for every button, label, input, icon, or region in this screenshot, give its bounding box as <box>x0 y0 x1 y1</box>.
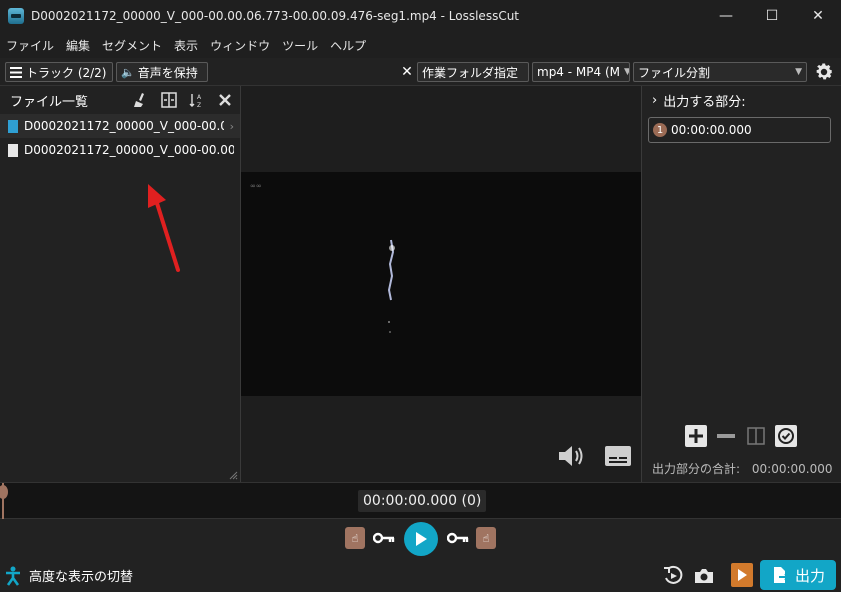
chevron-down-icon: ▼ <box>620 67 629 77</box>
file-list-item[interactable]: D0002021172_00000_V_000-00.00.06.773-00.… <box>0 138 240 162</box>
clear-workdir-icon[interactable]: ✕ <box>399 63 415 81</box>
file-name: D0002021172_00000_V_000-00.00.06.773-00.… <box>24 119 224 133</box>
workdir-button[interactable]: 作業フォルダ指定 <box>417 62 529 82</box>
set-cut-end-button[interactable]: ☝ <box>476 527 496 549</box>
toggle-advanced-view-label[interactable]: 高度な表示の切替 <box>29 566 133 585</box>
file-list-item[interactable]: D0002021172_00000_V_000-00.00.06.773-00.… <box>0 114 240 138</box>
camera-icon[interactable] <box>693 566 715 586</box>
export-label: 出力 <box>794 566 825 585</box>
annotation-arrow <box>148 184 180 272</box>
window-title: D0002021172_00000_V_000-00.00.06.773-00.… <box>31 9 520 23</box>
split-segment-icon[interactable] <box>744 424 768 448</box>
mode-select[interactable]: ファイル分割 ▼ <box>633 62 807 82</box>
menu-tools[interactable]: ツール <box>282 37 318 54</box>
keep-audio-label: 音声を保持 <box>137 65 198 80</box>
export-button[interactable]: 出力 <box>760 560 836 590</box>
segment-number: 1 <box>653 123 667 137</box>
menu-window[interactable]: ウィンドウ <box>210 37 270 54</box>
file-icon <box>8 119 18 133</box>
accessibility-icon[interactable] <box>5 566 21 586</box>
format-select[interactable]: mp4 - MP4 (M ▼ <box>532 62 630 82</box>
tracks-button[interactable]: トラック (2/2) <box>5 62 113 82</box>
video-content: ∞∞ <box>250 182 395 333</box>
segment-tools <box>684 424 798 448</box>
chevron-right-icon: › <box>652 92 658 108</box>
chevron-down-icon: ▼ <box>795 67 802 77</box>
current-time[interactable]: 00:00:00.000 (0) <box>358 490 487 512</box>
keep-audio-button[interactable]: 🔈 音声を保持 <box>116 62 208 82</box>
menu-edit[interactable]: 編集 <box>66 37 90 54</box>
merge-icon[interactable] <box>160 91 178 109</box>
menu-bar: ファイル 編集 セグメント 表示 ウィンドウ ツール ヘルプ <box>0 32 841 58</box>
minimize-button[interactable]: — <box>703 0 749 32</box>
video-player[interactable]: ∞∞ <box>241 86 641 482</box>
segments-panel: › 出力する部分: 1 00:00:00.000 出力部分の合計: 00:00:… <box>641 86 841 482</box>
svg-text:∞∞: ∞∞ <box>250 182 262 190</box>
app-icon <box>8 8 24 24</box>
speaker-icon: 🔈 <box>121 65 135 79</box>
file-icon <box>8 143 18 157</box>
video-frame: ∞∞ <box>241 172 641 396</box>
timeline[interactable]: 00:00:00.000 (0) <box>0 482 841 519</box>
title-bar: D0002021172_00000_V_000-00.00.06.773-00.… <box>0 0 841 32</box>
check-circle-icon[interactable] <box>774 424 798 448</box>
hand-icon: ☝ <box>351 531 359 545</box>
segment-time: 00:00:00.000 <box>671 123 752 137</box>
menu-segment[interactable]: セグメント <box>102 37 162 54</box>
play-icon <box>416 532 427 546</box>
playhead-handle[interactable] <box>0 485 8 499</box>
play-button[interactable] <box>404 522 438 556</box>
prev-keyframe-icon[interactable] <box>372 527 396 549</box>
menu-help[interactable]: ヘルプ <box>330 37 366 54</box>
list-icon <box>10 66 22 78</box>
resize-grip-icon[interactable] <box>228 470 238 480</box>
hand-icon: ☝ <box>482 531 490 545</box>
file-list-panel: ファイル一覧 AZ D0002021172_00000_V_000-00.00.… <box>0 86 241 482</box>
toolbar: トラック (2/2) 🔈 音声を保持 ✕ 作業フォルダ指定 mp4 - MP4 … <box>0 58 841 86</box>
maximize-button[interactable]: ☐ <box>749 0 795 32</box>
window-controls: — ☐ ✕ <box>703 0 841 32</box>
chevron-right-icon: › <box>229 119 234 133</box>
rotate-icon[interactable] <box>662 565 684 587</box>
set-cut-start-button[interactable]: ☝ <box>345 527 365 549</box>
gear-icon[interactable] <box>813 61 835 83</box>
close-icon[interactable] <box>216 91 234 109</box>
segments-title: 出力する部分: <box>663 94 746 110</box>
volume-icon[interactable] <box>557 442 587 470</box>
mode-value: ファイル分割 <box>638 65 711 80</box>
svg-text:A: A <box>197 94 202 101</box>
playback-controls: ☝ ☝ <box>0 519 841 559</box>
menu-file[interactable]: ファイル <box>6 37 54 54</box>
file-list-title: ファイル一覧 <box>10 94 89 110</box>
add-segment-icon[interactable] <box>684 424 708 448</box>
subtitles-icon[interactable] <box>604 444 632 468</box>
close-button[interactable]: ✕ <box>795 0 841 32</box>
export-file-icon <box>773 567 789 583</box>
broom-icon[interactable] <box>132 91 150 109</box>
bottom-bar: 高度な表示の切替 出力 <box>0 559 841 592</box>
next-keyframe-icon[interactable] <box>446 527 470 549</box>
segments-total-value: 00:00:00.000 <box>751 462 833 476</box>
segments-header[interactable]: › 出力する部分: <box>642 86 841 114</box>
segment-item[interactable]: 1 00:00:00.000 <box>648 117 831 143</box>
workdir-label: 作業フォルダ指定 <box>422 65 519 80</box>
file-name: D0002021172_00000_V_000-00.00.06.773-00.… <box>24 143 234 157</box>
sort-alpha-icon[interactable]: AZ <box>188 91 206 109</box>
segments-total: 出力部分の合計: 00:00:00.000 <box>652 460 833 477</box>
export-options-icon[interactable] <box>731 563 753 587</box>
segments-total-label: 出力部分の合計: <box>652 462 741 476</box>
menu-view[interactable]: 表示 <box>174 37 198 54</box>
remove-segment-icon[interactable] <box>714 424 738 448</box>
tracks-label: トラック (2/2) <box>26 65 107 80</box>
format-value: mp4 - MP4 (M <box>537 65 620 79</box>
file-list-tools: AZ <box>132 91 234 109</box>
svg-text:Z: Z <box>197 102 201 108</box>
